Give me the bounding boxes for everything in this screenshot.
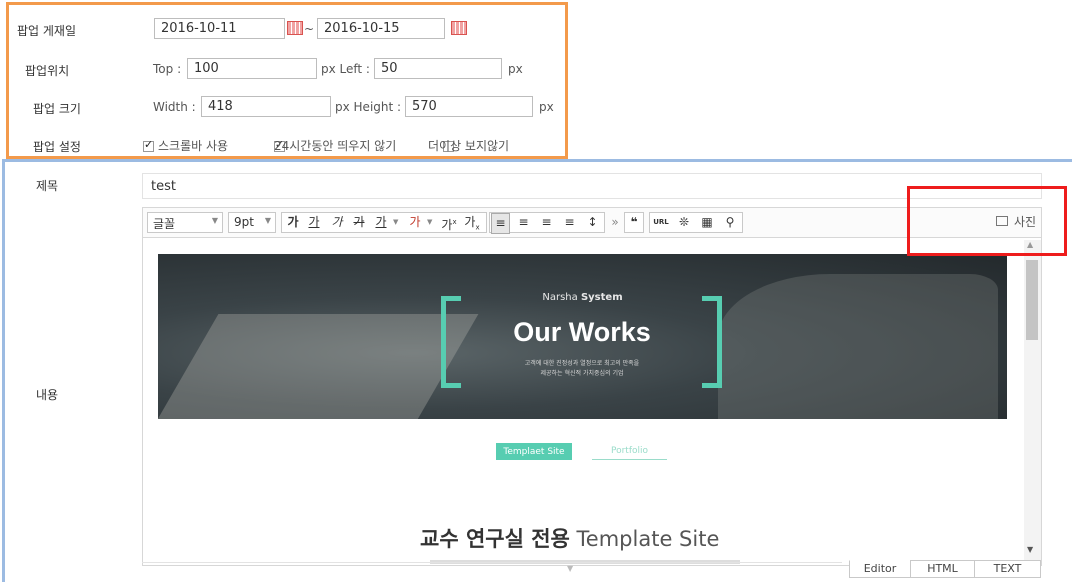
height-label: px Height : bbox=[335, 100, 402, 114]
width-input[interactable]: 418 bbox=[201, 96, 331, 117]
hero-subtitle-line1: 고객에 대한 진정성과 열정으로 최고의 만족을 bbox=[524, 360, 640, 367]
px-unit: px bbox=[508, 62, 523, 76]
font-size-select[interactable]: 9pt ▼ bbox=[228, 212, 276, 233]
scroll-down-icon[interactable]: ▼ bbox=[1027, 545, 1033, 554]
brand-name: Narsha System bbox=[542, 292, 623, 303]
popup-position-label: 팝업위치 bbox=[25, 64, 70, 78]
section-title: 교수 연구실 전용 Template Site bbox=[420, 527, 720, 551]
bold-button[interactable]: 가 bbox=[284, 213, 302, 234]
hero-headline: Our Works bbox=[513, 317, 651, 347]
background-color-button[interactable]: 가 bbox=[406, 213, 424, 234]
tab-editor[interactable]: Editor bbox=[849, 560, 911, 578]
end-date-input[interactable]: 2016-10-15 bbox=[317, 18, 445, 39]
title-label: 제목 bbox=[36, 179, 59, 193]
url-button[interactable]: URL bbox=[651, 213, 671, 234]
photo-button-highlight bbox=[907, 186, 1067, 256]
more-button[interactable]: » bbox=[608, 213, 622, 234]
tab-text[interactable]: TEXT bbox=[974, 560, 1041, 578]
height-input[interactable]: 570 bbox=[405, 96, 533, 117]
chevron-down-icon[interactable]: ▼ bbox=[393, 218, 398, 226]
tab-html[interactable]: HTML bbox=[910, 560, 975, 578]
editor-resize-bar[interactable]: ▼ bbox=[142, 562, 842, 578]
font-color-button[interactable]: 가 bbox=[372, 213, 390, 234]
left-input[interactable]: 50 bbox=[374, 58, 502, 79]
font-select[interactable]: 글꼴 ▼ bbox=[147, 212, 223, 233]
align-center-icon[interactable]: ≡ bbox=[514, 213, 533, 234]
align-right-icon[interactable]: ≡ bbox=[537, 213, 556, 234]
font-select-value: 글꼴 bbox=[153, 217, 176, 231]
subscript-button[interactable]: 가x bbox=[462, 213, 482, 234]
quote-button[interactable]: ❝ bbox=[625, 213, 643, 234]
superscript-button[interactable]: 가x bbox=[439, 213, 459, 234]
content-label: 내용 bbox=[36, 388, 59, 402]
editor-mode-tabs: Editor HTML TEXT bbox=[849, 560, 1044, 580]
align-left-icon[interactable]: ≡ bbox=[491, 213, 510, 234]
popup-setting-label: 팝업 설정 bbox=[33, 140, 81, 154]
scrollbar-thumb[interactable] bbox=[1026, 260, 1038, 340]
date-range-separator: ~ bbox=[304, 22, 315, 36]
start-date-input[interactable]: 2016-10-11 bbox=[154, 18, 285, 39]
calendar-icon[interactable] bbox=[287, 21, 303, 35]
table-icon[interactable]: ▦ bbox=[697, 213, 717, 234]
chevron-down-icon: ▼ bbox=[264, 216, 271, 225]
title-value: test bbox=[151, 179, 176, 194]
search-icon[interactable]: ⚲ bbox=[720, 213, 740, 234]
font-size-value: 9pt bbox=[234, 215, 254, 229]
left-label: px Left : bbox=[321, 62, 370, 76]
strikethrough-button[interactable]: 가 bbox=[350, 213, 368, 234]
popup-period-label: 팝업 게재일 bbox=[17, 24, 77, 38]
chevron-down-icon: ▼ bbox=[211, 216, 218, 225]
resize-handle-icon[interactable]: ▼ bbox=[567, 564, 573, 573]
top-input[interactable]: 100 bbox=[187, 58, 317, 79]
italic-button[interactable]: 가 bbox=[328, 213, 346, 234]
tab-portfolio[interactable]: Portfolio bbox=[592, 443, 667, 460]
chevron-down-icon[interactable]: ▼ bbox=[427, 218, 432, 226]
bracket-left-decoration bbox=[441, 296, 461, 388]
hero-background-shape bbox=[158, 314, 479, 419]
hero-background-shape bbox=[718, 274, 998, 419]
never-show-option-label: 더이상 보지않기 bbox=[428, 139, 510, 153]
underline-button[interactable]: 가 bbox=[305, 213, 323, 234]
align-justify-icon[interactable]: ≡ bbox=[560, 213, 579, 234]
bracket-right-decoration bbox=[702, 296, 722, 388]
calendar-icon[interactable] bbox=[451, 21, 467, 35]
top-label: Top : bbox=[153, 62, 182, 76]
scrollbar-checkbox[interactable] bbox=[143, 138, 154, 152]
line-height-icon[interactable]: ↕ bbox=[583, 213, 602, 234]
special-char-icon[interactable]: ❊ bbox=[675, 213, 693, 234]
popup-size-label: 팝업 크기 bbox=[33, 102, 81, 116]
width-label: Width : bbox=[153, 100, 196, 114]
px-unit: px bbox=[539, 100, 554, 114]
hero-subtitle-line2: 제공하는 혁신적 가치중심의 기업 bbox=[540, 370, 624, 377]
scrollbar-option-label: 스크롤바 사용 bbox=[158, 139, 229, 153]
tab-template-site[interactable]: Templaet Site bbox=[496, 443, 572, 460]
hide-24h-option-label: 24시간동안 띄우지 않기 bbox=[274, 139, 397, 153]
